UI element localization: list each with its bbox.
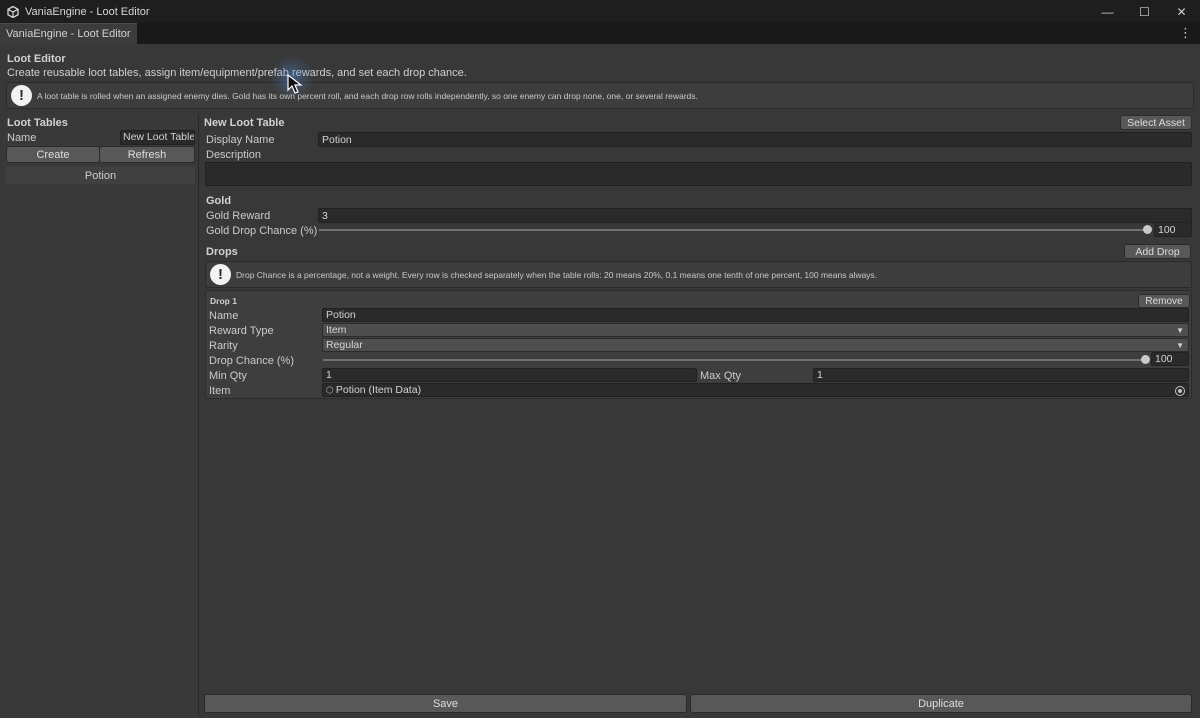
gold-reward-label: Gold Reward <box>206 210 271 222</box>
drop-chance-field[interactable]: 100 <box>1151 352 1189 366</box>
description-label: Description <box>206 149 262 161</box>
rarity-value: Regular <box>326 339 363 351</box>
new-table-name-input[interactable]: New Loot Table <box>120 130 195 145</box>
create-button[interactable]: Create <box>6 146 100 163</box>
drop-name-label: Name <box>209 310 239 322</box>
duplicate-button[interactable]: Duplicate <box>690 694 1192 713</box>
max-qty-field[interactable]: 1 <box>813 368 1189 382</box>
display-name-field[interactable]: Potion <box>318 132 1192 147</box>
drops-section-label: Drops <box>206 246 238 258</box>
min-qty-field[interactable]: 1 <box>322 368 697 382</box>
object-picker-icon[interactable] <box>1175 386 1185 396</box>
gold-chance-slider[interactable] <box>319 229 1147 231</box>
gold-section-label: Gold <box>206 195 232 207</box>
editor-header: Loot Editor Create reusable loot tables,… <box>0 44 1200 112</box>
page-title: Loot Editor <box>7 53 66 65</box>
list-item[interactable]: Potion <box>6 167 195 184</box>
scriptable-object-icon: ⬡ <box>326 384 334 395</box>
drop-name-field[interactable]: Potion <box>322 308 1189 322</box>
chevron-down-icon: ▼ <box>1176 341 1184 350</box>
item-label: Item <box>209 385 231 397</box>
drops-helpbox: ! Drop Chance is a percentage, not a wei… <box>205 261 1192 288</box>
page-subtitle: Create reusable loot tables, assign item… <box>7 67 467 79</box>
more-options-icon[interactable]: ⋮ <box>1179 26 1192 40</box>
slider-fill <box>323 359 1145 361</box>
drop-chance-label: Drop Chance (%) <box>209 355 294 367</box>
min-qty-label: Min Qty <box>209 370 247 382</box>
close-icon[interactable]: ✕ <box>1163 0 1200 23</box>
display-name-label: Display Name <box>206 134 275 146</box>
slider-handle[interactable] <box>1141 355 1150 364</box>
slider-fill <box>319 229 1147 231</box>
info-helpbox: ! A loot table is rolled when an assigne… <box>6 82 1194 109</box>
gold-reward-field[interactable]: 3 <box>318 208 1192 223</box>
item-value: Potion (Item Data) <box>335 384 422 396</box>
warning-icon: ! <box>11 85 32 106</box>
window-title: VaniaEngine - Loot Editor <box>25 5 150 18</box>
help-text: A loot table is rolled when an assigned … <box>37 90 698 101</box>
save-button[interactable]: Save <box>204 694 687 713</box>
help-text: Drop Chance is a percentage, not a weigh… <box>236 269 878 280</box>
drop-title: Drop 1 <box>210 296 237 306</box>
tab-strip: VaniaEngine - Loot Editor ⋮ <box>0 23 1200 44</box>
description-field[interactable] <box>205 162 1192 186</box>
rarity-label: Rarity <box>209 340 238 352</box>
unity-logo-icon <box>7 5 19 18</box>
minimize-icon[interactable]: — <box>1089 0 1126 23</box>
drop-chance-slider[interactable] <box>323 359 1145 361</box>
max-qty-label: Max Qty <box>700 370 741 382</box>
panel-title: Loot Tables <box>7 117 68 129</box>
loot-table-inspector: New Loot Table Select Asset Display Name… <box>200 114 1198 718</box>
name-label: Name <box>7 132 37 144</box>
reward-type-label: Reward Type <box>209 325 274 337</box>
select-asset-button[interactable]: Select Asset <box>1120 115 1192 130</box>
loot-tables-panel: Loot Tables Name New Loot Table Create R… <box>3 114 199 716</box>
rarity-dropdown[interactable]: Regular ▼ <box>322 338 1189 352</box>
remove-drop-button[interactable]: Remove <box>1138 294 1190 308</box>
warning-icon: ! <box>210 264 231 285</box>
reward-type-value: Item <box>326 324 347 336</box>
gold-chance-field[interactable]: 100 <box>1154 222 1192 237</box>
tab-loot-editor[interactable]: VaniaEngine - Loot Editor <box>0 23 137 44</box>
slider-handle[interactable] <box>1143 225 1152 234</box>
maximize-icon[interactable]: ☐ <box>1126 0 1163 23</box>
item-object-field[interactable]: ⬡ Potion (Item Data) <box>322 383 1189 397</box>
drop-row: Drop 1 Remove Name Potion Reward Type It… <box>205 290 1192 399</box>
add-drop-button[interactable]: Add Drop <box>1124 244 1191 259</box>
chevron-down-icon: ▼ <box>1176 326 1184 335</box>
refresh-button[interactable]: Refresh <box>99 146 195 163</box>
window-controls: — ☐ ✕ <box>1089 0 1200 23</box>
window-titlebar: VaniaEngine - Loot Editor — ☐ ✕ <box>0 0 1200 23</box>
gold-chance-label: Gold Drop Chance (%) <box>206 225 318 237</box>
reward-type-dropdown[interactable]: Item ▼ <box>322 323 1189 337</box>
inspector-title: New Loot Table <box>204 117 285 129</box>
